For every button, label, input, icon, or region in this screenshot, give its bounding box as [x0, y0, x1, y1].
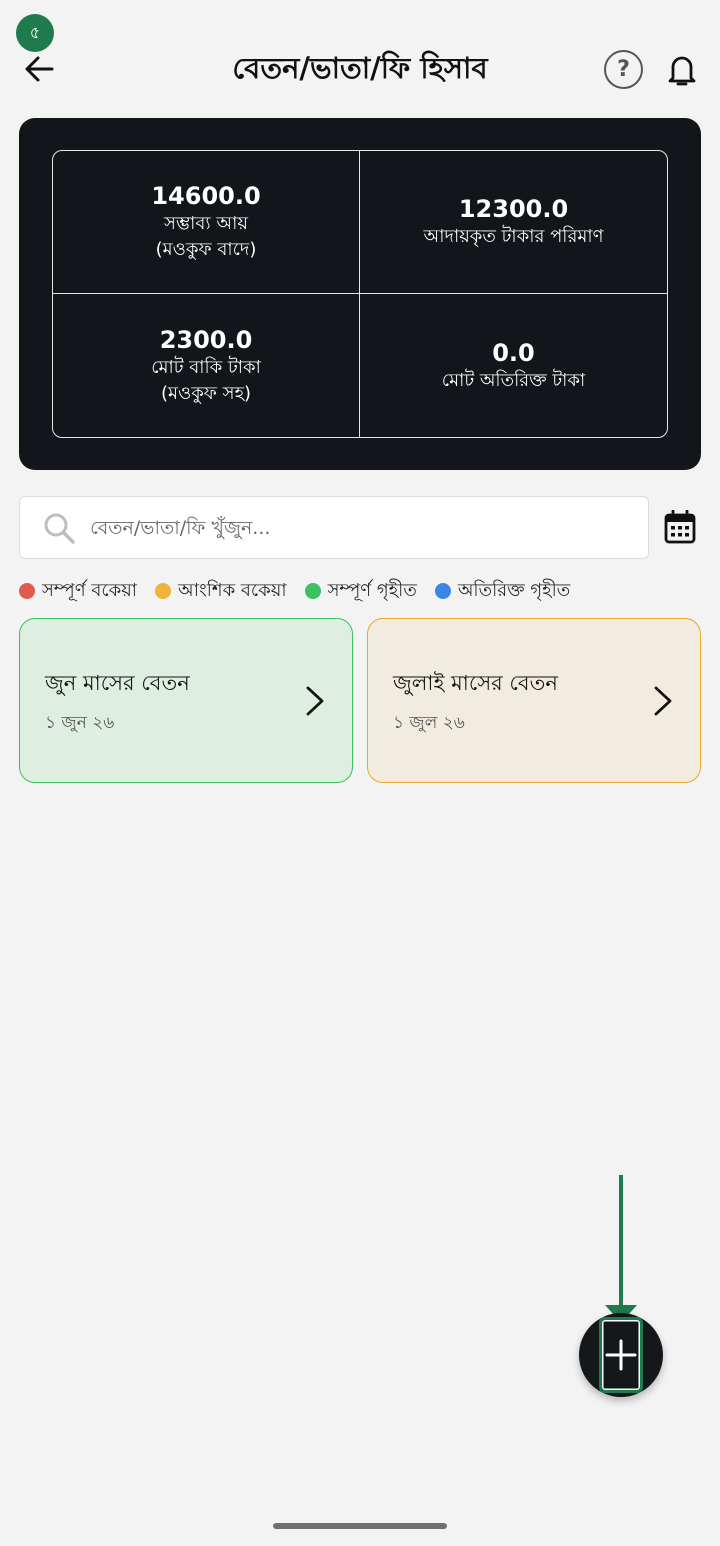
red-dot-icon — [19, 583, 35, 599]
month-card-date: ১ জুল ২৬ — [393, 713, 465, 733]
bell-icon — [668, 56, 696, 86]
pointer-arrow-line — [619, 1175, 623, 1307]
blue-dot-icon — [434, 583, 451, 599]
add-button-highlight[interactable] — [599, 1317, 643, 1393]
total-due-value: 2300.0 — [159, 325, 253, 354]
plus-icon — [605, 1339, 637, 1371]
search-box[interactable] — [19, 496, 649, 559]
search-icon — [44, 513, 75, 544]
month-card-title: জুন মাসের বেতন — [45, 671, 190, 695]
legend-full-due: সম্পূর্ণ বকেয়া — [19, 576, 137, 607]
legend-label: সম্পূর্ণ গৃহীত — [327, 579, 417, 601]
help-button[interactable]: ? — [604, 50, 643, 89]
summary-card: 14600.0 সম্ভাব্য আয় (মওকুফ বাদে) 12300.… — [19, 118, 701, 470]
month-card-date: ১ জুন ২৬ — [45, 713, 115, 733]
calendar-button[interactable] — [664, 509, 700, 546]
expected-income-label: সম্ভাব্য আয় — [164, 213, 248, 234]
chevron-right-icon — [654, 686, 672, 716]
month-card-july[interactable]: জুলাই মাসের বেতন ১ জুল ২৬ — [367, 618, 701, 783]
notification-button[interactable] — [664, 50, 700, 90]
total-extra-value: 0.0 — [492, 338, 535, 367]
legend-label: সম্পূর্ণ বকেয়া — [42, 579, 138, 601]
collected-amount-value: 12300.0 — [458, 195, 569, 223]
legend-label: অতিরিক্ত গৃহীত — [457, 579, 571, 601]
collected-amount-cell: 12300.0 আদায়কৃত টাকার পরিমাণ — [360, 151, 667, 294]
expected-income-sublabel: (মওকুফ বাদে) — [155, 239, 257, 260]
status-legend: সম্পূর্ণ বকেয়া আংশিক বকেয়া সম্পূর্ণ গৃ… — [19, 578, 588, 604]
collected-amount-label: আদায়কৃত টাকার পরিমাণ — [423, 226, 604, 247]
calendar-icon — [664, 509, 696, 544]
orange-dot-icon — [155, 583, 172, 599]
green-dot-icon — [304, 583, 321, 599]
month-card-title: জুলাই মাসের বেতন — [393, 671, 558, 695]
legend-label: আংশিক বকেয়া — [178, 579, 287, 601]
legend-partial-due: আংশিক বকেয়া — [155, 576, 287, 607]
help-icon: ? — [617, 57, 630, 82]
month-card-june[interactable]: জুন মাসের বেতন ১ জুন ২৬ — [19, 618, 353, 783]
total-due-cell: 2300.0 মোট বাকি টাকা (মওকুফ সহ) — [53, 294, 360, 437]
expected-income-cell: 14600.0 সম্ভাব্য আয় (মওকুফ বাদে) — [53, 151, 360, 294]
total-due-label: মোট বাকি টাকা — [151, 356, 261, 378]
legend-extra-received: অতিরিক্ত গৃহীত — [434, 576, 571, 607]
total-extra-cell: 0.0 মোট অতিরিক্ত টাকা — [360, 294, 667, 437]
home-indicator — [273, 1523, 447, 1529]
expected-income-value: 14600.0 — [151, 182, 261, 210]
search-input[interactable] — [90, 507, 610, 548]
total-due-sublabel: (মওকুফ সহ) — [160, 382, 252, 404]
total-extra-label: মোট অতিরিক্ত টাকা — [441, 369, 586, 391]
summary-grid: 14600.0 সম্ভাব্য আয় (মওকুফ বাদে) 12300.… — [52, 150, 668, 438]
chevron-right-icon — [306, 686, 324, 716]
legend-full-received: সম্পূর্ণ গৃহীত — [304, 576, 417, 607]
